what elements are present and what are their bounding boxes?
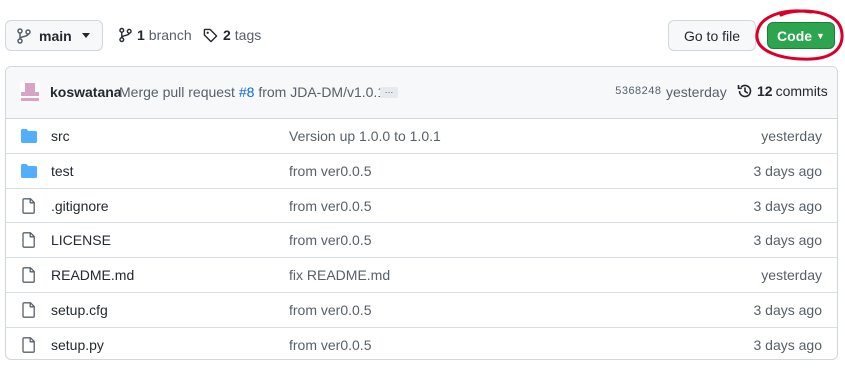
file-commit-message-link[interactable]: Version up 1.0.0 to 1.0.1 [289,128,441,144]
commit-sha-link[interactable]: 5368248 [615,86,661,98]
file-row[interactable]: LICENSE from ver0.0.5 3 days ago [6,223,837,259]
git-branch-icon [17,27,31,44]
file-list: koswatana Merge pull request #8 from JDA… [5,66,838,360]
file-name-link[interactable]: README.md [51,267,134,283]
code-button[interactable]: Code ▼ [767,22,835,49]
go-to-file-button[interactable]: Go to file [668,20,756,51]
file-icon [22,197,35,214]
commit-message[interactable]: Merge pull request #8 from JDA-DM/v1.0.1 [119,84,385,100]
tags-link[interactable]: 2 tags [203,27,261,43]
file-commit-date: yesterday [761,128,822,144]
file-name-link[interactable]: test [51,163,74,179]
history-icon [737,84,752,98]
file-name-link[interactable]: src [51,128,70,144]
branch-name: main [39,27,72,44]
file-icon [22,232,35,249]
file-commit-date: 3 days ago [753,232,823,249]
commit-message-suffix: from JDA-DM/v1.0.1 [258,84,386,100]
file-commit-date: 3 days ago [753,197,823,214]
pull-request-link[interactable]: #8 [239,84,255,100]
branches-link[interactable]: 1 branch [119,27,192,43]
file-row[interactable]: .gitignore from ver0.0.5 3 days ago [6,189,837,224]
file-name-link[interactable]: LICENSE [51,232,111,248]
file-commit-message-link[interactable]: from ver0.0.5 [289,163,371,179]
file-row[interactable]: setup.cfg from ver0.0.5 3 days ago [6,293,837,328]
folder-icon [21,163,37,178]
file-icon [22,336,35,353]
git-branch-icon [119,27,132,43]
file-commit-date: 3 days ago [753,162,823,179]
file-row[interactable]: README.md fix README.md yesterday [6,258,837,293]
file-commit-message-link[interactable]: from ver0.0.5 [289,198,371,214]
file-commit-date: 3 days ago [753,336,823,353]
branches-label: branch [148,27,192,43]
commit-history-link[interactable]: 12 commits [737,83,828,99]
avatar[interactable] [20,82,40,102]
file-icon [22,267,35,284]
file-name-link[interactable]: setup.cfg [51,302,108,318]
commit-time: yesterday [666,84,727,100]
commits-label: commits [775,83,828,99]
file-commit-date: 3 days ago [753,301,823,318]
commit-author-link[interactable]: koswatana [50,84,122,100]
code-button-label: Code [777,27,813,44]
file-row[interactable]: setup.py from ver0.0.5 3 days ago [6,328,837,359]
chevron-down-icon [81,33,90,38]
file-commit-message-link[interactable]: from ver0.0.5 [289,232,371,248]
file-row[interactable]: test from ver0.0.5 3 days ago [6,154,837,189]
expand-commit-message-button[interactable]: … [380,86,398,98]
branches-count: 1 [137,27,145,43]
file-row[interactable]: src Version up 1.0.0 to 1.0.1 yesterday [6,119,837,154]
file-commit-message-link[interactable]: fix README.md [289,267,390,283]
file-name-link[interactable]: .gitignore [51,198,109,214]
latest-commit-header: koswatana Merge pull request #8 from JDA… [6,67,837,119]
tags-count: 2 [223,27,231,43]
tag-icon [203,28,218,42]
folder-icon [21,129,37,143]
file-commit-message-link[interactable]: from ver0.0.5 [289,337,371,353]
file-icon [22,302,35,318]
commits-count: 12 [757,83,773,99]
branch-selector-button[interactable]: main [5,20,103,51]
commit-message-prefix: Merge pull request [119,84,235,100]
file-commit-date: yesterday [761,267,822,284]
file-commit-message-link[interactable]: from ver0.0.5 [289,302,371,318]
tags-label: tags [234,27,262,43]
chevron-down-icon: ▼ [816,30,825,41]
file-name-link[interactable]: setup.py [51,337,104,353]
